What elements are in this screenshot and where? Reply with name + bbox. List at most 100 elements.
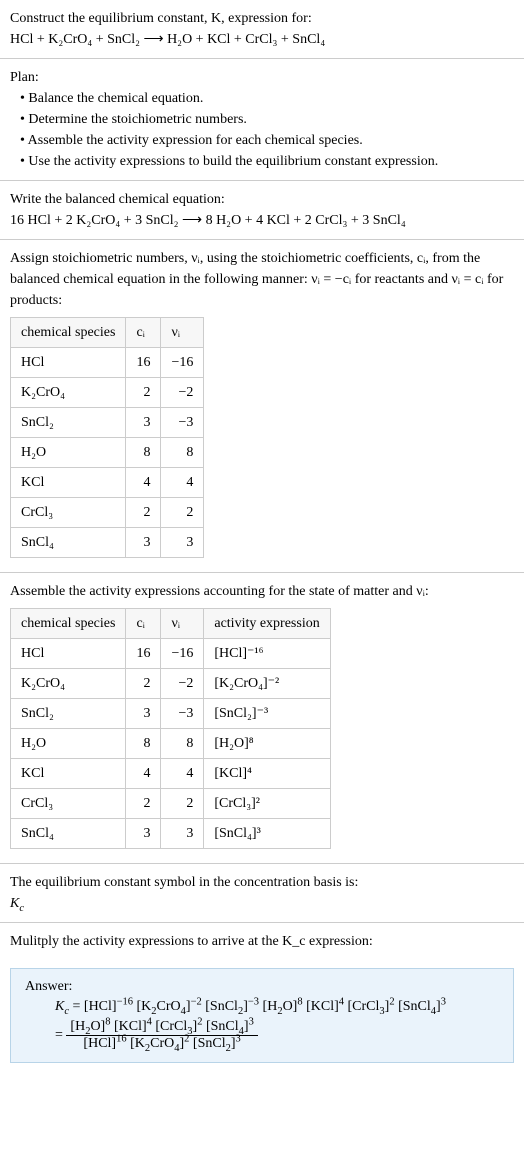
cell-species: SnCl₂ <box>11 408 126 438</box>
stoich-section: Assign stoichiometric numbers, νᵢ, using… <box>0 240 524 573</box>
col-ci: cᵢ <box>126 318 161 348</box>
col-activity: activity expression <box>204 609 330 639</box>
cell-vi: 2 <box>161 789 204 819</box>
table-row: H₂O88 <box>11 438 204 468</box>
cell-vi: −3 <box>161 699 204 729</box>
cell-ci: 16 <box>126 639 161 669</box>
cell-species: H₂O <box>11 729 126 759</box>
cell-vi: −3 <box>161 408 204 438</box>
symbol-kc: Kc <box>10 893 514 914</box>
cell-activity: [K₂CrO₄]⁻² <box>204 669 330 699</box>
col-vi: νᵢ <box>161 318 204 348</box>
cell-vi: −2 <box>161 378 204 408</box>
balanced-section: Write the balanced chemical equation: 16… <box>0 181 524 240</box>
cell-ci: 3 <box>126 408 161 438</box>
cell-species: SnCl₄ <box>11 819 126 849</box>
table-row: SnCl₂3−3 <box>11 408 204 438</box>
cell-species: KCl <box>11 759 126 789</box>
multiply-section: Mulitply the activity expressions to arr… <box>0 923 524 960</box>
cell-species: SnCl₂ <box>11 699 126 729</box>
cell-ci: 4 <box>126 759 161 789</box>
cell-vi: 4 <box>161 468 204 498</box>
table-row: H₂O88[H₂O]⁸ <box>11 729 331 759</box>
symbol-text: The equilibrium constant symbol in the c… <box>10 872 514 893</box>
plan-heading: Plan: <box>10 67 514 88</box>
intro-line1: Construct the equilibrium constant, K, e… <box>10 8 514 29</box>
cell-ci: 2 <box>126 789 161 819</box>
cell-vi: 2 <box>161 498 204 528</box>
cell-ci: 3 <box>126 819 161 849</box>
fraction: [H2O]8 [KCl]4 [CrCl3]2 [SnCl4]3 [HCl]16 … <box>66 1019 257 1052</box>
table-row: K₂CrO₄2−2 <box>11 378 204 408</box>
cell-activity: [CrCl₃]² <box>204 789 330 819</box>
activity-text: Assemble the activity expressions accoun… <box>10 581 514 602</box>
balanced-heading: Write the balanced chemical equation: <box>10 189 514 210</box>
col-ci: cᵢ <box>126 609 161 639</box>
cell-activity: [H₂O]⁸ <box>204 729 330 759</box>
cell-vi: −16 <box>161 348 204 378</box>
stoich-table: chemical species cᵢ νᵢ HCl16−16 K₂CrO₄2−… <box>10 317 204 558</box>
plan-section: Plan: • Balance the chemical equation. •… <box>0 59 524 181</box>
cell-species: K₂CrO₄ <box>11 669 126 699</box>
table-row: KCl44[KCl]⁴ <box>11 759 331 789</box>
intro-section: Construct the equilibrium constant, K, e… <box>0 0 524 59</box>
cell-ci: 3 <box>126 699 161 729</box>
table-header-row: chemical species cᵢ νᵢ <box>11 318 204 348</box>
cell-vi: 8 <box>161 729 204 759</box>
fraction-denominator: [HCl]16 [K2CrO4]2 [SnCl2]3 <box>66 1036 257 1052</box>
answer-box: Answer: Kc = [HCl]−16 [K2CrO4]−2 [SnCl2]… <box>10 968 514 1063</box>
table-row: SnCl₂3−3[SnCl₂]⁻³ <box>11 699 331 729</box>
cell-vi: 3 <box>161 819 204 849</box>
fraction-numerator: [H2O]8 [KCl]4 [CrCl3]2 [SnCl4]3 <box>66 1019 257 1036</box>
symbol-section: The equilibrium constant symbol in the c… <box>0 864 524 923</box>
balanced-equation: 16 HCl + 2 K₂CrO₄ + 3 SnCl₂ ⟶ 8 H₂O + 4 … <box>10 210 514 231</box>
col-vi: νᵢ <box>161 609 204 639</box>
table-header-row: chemical species cᵢ νᵢ activity expressi… <box>11 609 331 639</box>
table-row: HCl16−16 <box>11 348 204 378</box>
cell-ci: 4 <box>126 468 161 498</box>
cell-vi: −16 <box>161 639 204 669</box>
table-row: CrCl₃22 <box>11 498 204 528</box>
multiply-text: Mulitply the activity expressions to arr… <box>10 931 514 952</box>
cell-species: KCl <box>11 468 126 498</box>
cell-ci: 2 <box>126 378 161 408</box>
table-row: KCl44 <box>11 468 204 498</box>
cell-activity: [KCl]⁴ <box>204 759 330 789</box>
cell-ci: 2 <box>126 498 161 528</box>
col-species: chemical species <box>11 609 126 639</box>
answer-kc-product: Kc = [HCl]−16 [K2CrO4]−2 [SnCl2]−3 [H2O]… <box>55 999 499 1015</box>
plan-bullet: • Assemble the activity expression for e… <box>20 130 514 151</box>
stoich-text: Assign stoichiometric numbers, νᵢ, using… <box>10 248 514 311</box>
cell-species: HCl <box>11 639 126 669</box>
cell-activity: [SnCl₂]⁻³ <box>204 699 330 729</box>
cell-species: K₂CrO₄ <box>11 378 126 408</box>
equals-sign: = <box>55 1028 63 1043</box>
intro-equation: HCl + K₂CrO₄ + SnCl₂ ⟶ H₂O + KCl + CrCl₃… <box>10 29 514 50</box>
plan-bullet: • Use the activity expressions to build … <box>20 151 514 172</box>
cell-vi: 4 <box>161 759 204 789</box>
table-row: CrCl₃22[CrCl₃]² <box>11 789 331 819</box>
col-species: chemical species <box>11 318 126 348</box>
cell-activity: [HCl]⁻¹⁶ <box>204 639 330 669</box>
cell-ci: 16 <box>126 348 161 378</box>
table-row: SnCl₄33[SnCl₄]³ <box>11 819 331 849</box>
activity-table: chemical species cᵢ νᵢ activity expressi… <box>10 608 331 849</box>
cell-species: CrCl₃ <box>11 498 126 528</box>
answer-label: Answer: <box>25 979 499 995</box>
cell-ci: 3 <box>126 528 161 558</box>
activity-section: Assemble the activity expressions accoun… <box>0 573 524 864</box>
table-row: SnCl₄33 <box>11 528 204 558</box>
plan-bullet: • Balance the chemical equation. <box>20 88 514 109</box>
plan-bullet: • Determine the stoichiometric numbers. <box>20 109 514 130</box>
cell-ci: 8 <box>126 729 161 759</box>
cell-vi: 8 <box>161 438 204 468</box>
cell-vi: −2 <box>161 669 204 699</box>
cell-activity: [SnCl₄]³ <box>204 819 330 849</box>
table-row: HCl16−16[HCl]⁻¹⁶ <box>11 639 331 669</box>
cell-ci: 2 <box>126 669 161 699</box>
cell-ci: 8 <box>126 438 161 468</box>
table-row: K₂CrO₄2−2[K₂CrO₄]⁻² <box>11 669 331 699</box>
cell-species: H₂O <box>11 438 126 468</box>
answer-kc-fraction: = [H2O]8 [KCl]4 [CrCl3]2 [SnCl4]3 [HCl]1… <box>55 1019 499 1052</box>
cell-species: CrCl₃ <box>11 789 126 819</box>
